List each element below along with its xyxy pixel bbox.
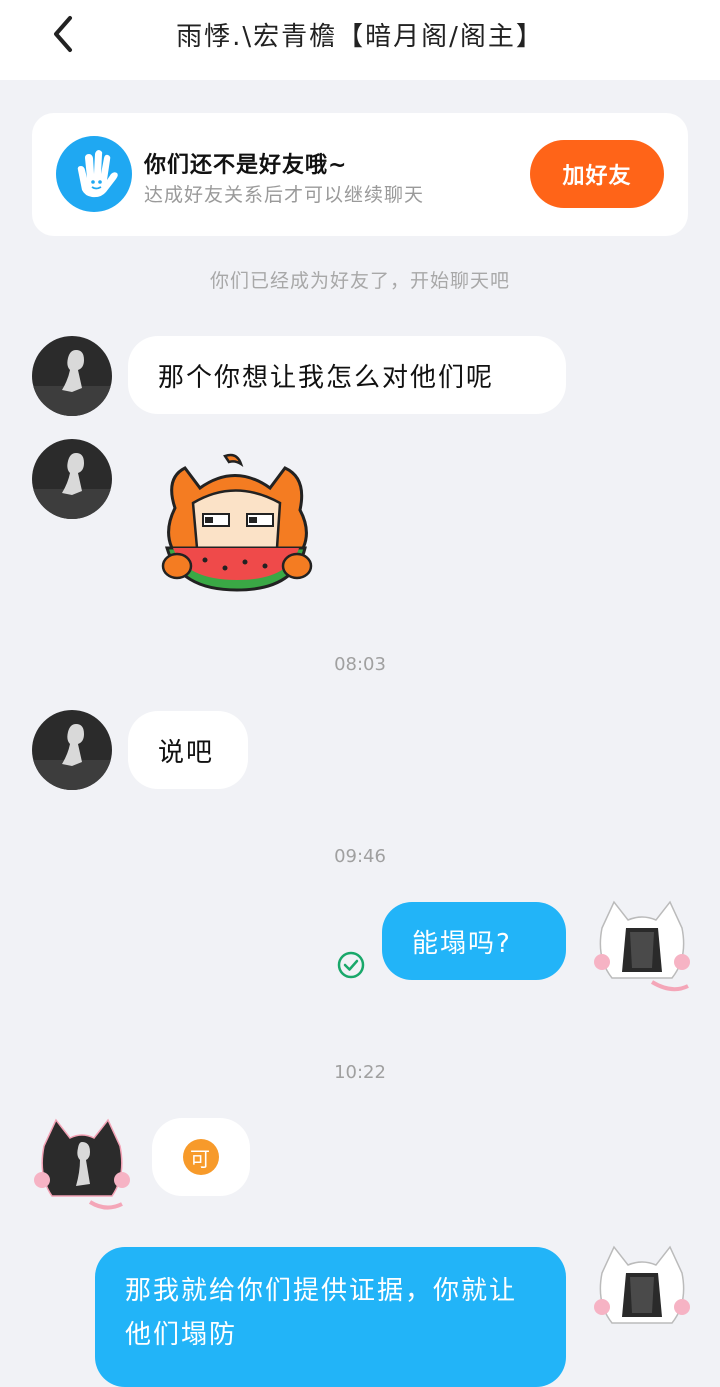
watermelon-cat-sticker[interactable] [155, 448, 320, 598]
contact-avatar[interactable] [32, 710, 112, 790]
chat-header: 雨悸.\宏青檐【暗月阁/阁主】 [0, 0, 720, 80]
my-avatar[interactable] [592, 898, 692, 998]
message-bubble[interactable]: 说吧 [128, 711, 248, 789]
message-bubble[interactable]: 可 [152, 1118, 250, 1196]
timestamp: 09:46 [334, 846, 386, 867]
read-check-icon [336, 950, 366, 980]
add-friend-button[interactable]: 加好友 [530, 140, 664, 208]
timestamp: 08:03 [334, 654, 386, 675]
contact-avatar[interactable] [32, 1114, 132, 1214]
waving-hand-icon [56, 136, 132, 212]
not-friends-banner: 你们还不是好友哦~ 达成好友关系后才可以继续聊天 加好友 [32, 113, 688, 236]
my-avatar[interactable] [592, 1243, 692, 1343]
banner-subtitle: 达成好友关系后才可以继续聊天 [144, 184, 425, 206]
message-bubble[interactable]: 那个你想让我怎么对他们呢 [128, 336, 566, 414]
banner-title: 你们还不是好友哦~ [144, 153, 348, 178]
ke-emoji: 可 [183, 1139, 219, 1175]
system-message: 你们已经成为好友了，开始聊天吧 [209, 270, 510, 292]
my-message-bubble[interactable]: 那我就给你们提供证据，你就让他们塌防 [95, 1247, 566, 1387]
my-message-bubble[interactable]: 能塌吗? [382, 902, 566, 980]
contact-avatar[interactable] [32, 439, 112, 519]
contact-avatar[interactable] [32, 336, 112, 416]
timestamp: 10:22 [334, 1062, 386, 1083]
chat-title: 雨悸.\宏青檐【暗月阁/阁主】 [176, 22, 544, 52]
